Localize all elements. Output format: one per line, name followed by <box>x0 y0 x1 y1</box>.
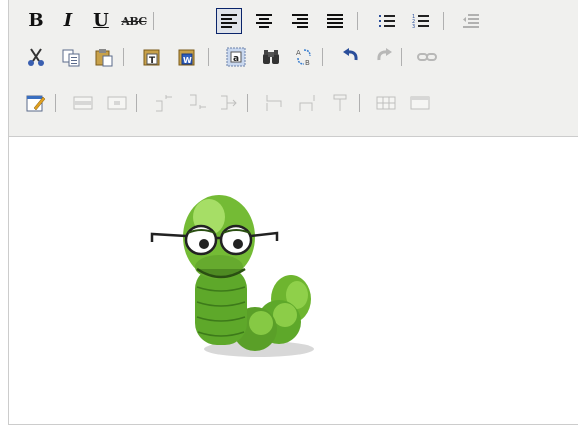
cut-button[interactable] <box>23 44 49 70</box>
insert-row-before-button[interactable] <box>151 90 177 116</box>
align-left-icon <box>221 14 237 28</box>
insert-col-before-button[interactable] <box>261 90 287 116</box>
toolbar-row-editing: T W a AB <box>9 40 578 70</box>
replace-button[interactable]: AB <box>291 44 317 70</box>
toolbar-separator <box>123 48 124 66</box>
svg-text:T: T <box>149 56 156 66</box>
underline-button[interactable]: U <box>88 8 114 34</box>
toolbar-separator <box>359 94 360 112</box>
replace-icon: AB <box>296 49 311 67</box>
italic-icon: I <box>63 10 73 31</box>
delete-col-button[interactable] <box>327 90 353 116</box>
delete-col-icon <box>333 94 347 111</box>
find-button[interactable] <box>258 44 284 70</box>
toolbar-separator <box>247 94 248 112</box>
align-justify-icon <box>327 14 343 28</box>
align-right-icon <box>292 14 308 28</box>
toolbar-separator <box>357 12 358 30</box>
align-right-button[interactable] <box>287 8 313 34</box>
toolbar-separator <box>401 48 402 66</box>
delete-row-icon <box>221 95 237 110</box>
select-all-icon: a <box>226 47 246 67</box>
toolbar-separator <box>55 94 56 112</box>
link-button[interactable] <box>414 44 440 70</box>
rich-text-editor: B I U ABC 1 2 3 T W a A B <box>8 0 578 425</box>
svg-text:B: B <box>305 59 310 67</box>
copy-button[interactable] <box>58 44 84 70</box>
edit-style-icon <box>26 95 46 112</box>
undo-button[interactable] <box>338 44 364 70</box>
redo-button[interactable] <box>371 44 397 70</box>
toolbar-row-formatting: B I U ABC 1 2 3 <box>9 2 578 34</box>
paste-button[interactable] <box>91 44 117 70</box>
redo-icon <box>377 48 392 61</box>
edit-css-button[interactable] <box>23 90 49 116</box>
svg-text:W: W <box>183 56 192 65</box>
table-row-props-button[interactable] <box>70 90 96 116</box>
paste-text-icon: T <box>143 49 160 66</box>
editor-content-area[interactable] <box>9 137 578 424</box>
insert-col-before-icon <box>266 95 282 111</box>
outdent-icon <box>463 14 479 28</box>
insert-row-after-button[interactable] <box>185 90 211 116</box>
merge-cells-icon <box>410 96 430 110</box>
paste-text-button[interactable]: T <box>139 44 165 70</box>
numbered-list-button[interactable]: 123 <box>408 8 434 34</box>
toolbar-separator <box>322 48 323 66</box>
table-cell-icon <box>107 96 127 110</box>
paste-word-icon: W <box>178 49 195 66</box>
align-center-icon <box>256 14 272 28</box>
editor-toolbar: B I U ABC 1 2 3 T W a A B <box>9 0 578 137</box>
insert-col-after-icon <box>299 95 315 111</box>
split-cells-button[interactable] <box>373 90 399 116</box>
toolbar-separator <box>208 48 209 66</box>
delete-row-button[interactable] <box>216 90 242 116</box>
align-left-button[interactable] <box>216 8 242 34</box>
toolbar-separator <box>153 12 154 30</box>
undo-icon <box>343 48 358 61</box>
insert-col-after-button[interactable] <box>295 90 321 116</box>
underline-icon: U <box>93 10 109 31</box>
insert-row-after-icon <box>190 94 206 109</box>
svg-text:A: A <box>296 49 301 57</box>
insert-row-before-icon <box>156 95 172 112</box>
strikethrough-button[interactable]: ABC <box>121 8 147 34</box>
split-cells-icon <box>376 96 396 110</box>
toolbar-separator <box>136 94 137 112</box>
numbered-list-icon: 123 <box>412 14 429 29</box>
worm-body <box>183 195 311 351</box>
link-icon <box>417 53 437 61</box>
table-cell-props-button[interactable] <box>104 90 130 116</box>
bullet-list-button[interactable] <box>374 8 400 34</box>
svg-text:a: a <box>233 54 239 64</box>
merge-cells-button[interactable] <box>407 90 433 116</box>
paste-word-button[interactable]: W <box>174 44 200 70</box>
bookworm-image <box>150 195 314 357</box>
bold-icon: B <box>28 10 44 31</box>
binoculars-icon <box>263 50 279 64</box>
outdent-button[interactable] <box>458 8 484 34</box>
toolbar-separator <box>443 12 444 30</box>
bullet-list-icon <box>379 15 395 27</box>
align-center-button[interactable] <box>251 8 277 34</box>
bold-button[interactable]: B <box>23 8 49 34</box>
strikethrough-icon: ABC <box>121 14 147 28</box>
copy-icon <box>62 49 80 67</box>
toolbar-row-table <box>9 88 578 118</box>
align-justify-button[interactable] <box>322 8 348 34</box>
svg-text:3: 3 <box>412 24 415 29</box>
select-all-button[interactable]: a <box>223 44 249 70</box>
table-row-icon <box>73 96 93 110</box>
italic-button[interactable]: I <box>55 8 81 34</box>
scissors-icon <box>28 48 44 66</box>
paste-icon <box>95 49 113 67</box>
